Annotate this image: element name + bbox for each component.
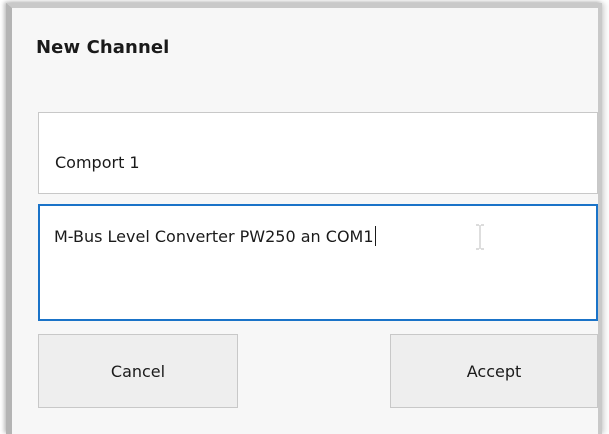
channel-description-value: M-Bus Level Converter PW250 an COM1 [54,227,374,246]
channel-description-text: M-Bus Level Converter PW250 an COM1 [54,226,376,246]
text-caret [374,226,376,246]
accept-button-label: Accept [466,361,522,381]
channel-name-field[interactable]: Comport 1 [38,112,598,194]
cancel-button-label: Cancel [110,361,166,381]
ibeam-cursor-icon [476,224,484,250]
channel-name-value: Comport 1 [55,153,140,172]
dialog-title: New Channel [36,37,170,58]
cancel-button[interactable]: Cancel [38,334,238,408]
channel-description-field[interactable]: M-Bus Level Converter PW250 an COM1 [38,204,598,321]
screen: New Channel Comport 1 M-Bus Level Conver… [0,0,609,434]
new-channel-dialog: New Channel Comport 1 M-Bus Level Conver… [12,8,598,434]
accept-button[interactable]: Accept [390,334,598,408]
